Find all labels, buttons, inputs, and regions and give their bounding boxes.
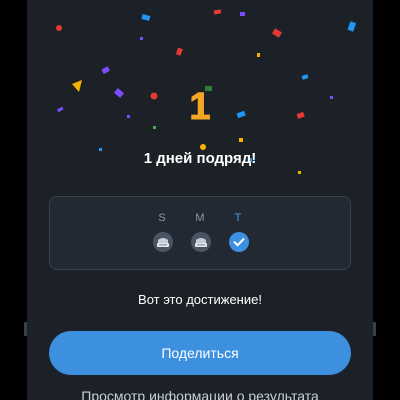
day-letter: M (195, 212, 205, 224)
streak-celebration-card: 1 1 дней подряд! S M T Вот это достижени… (27, 0, 373, 400)
achievement-message: Вот это достижение! (138, 292, 262, 307)
day-monday: M (188, 211, 212, 257)
day-sunday: S (150, 211, 174, 257)
streak-freeze-icon (153, 232, 173, 252)
day-letter: T (234, 212, 242, 224)
week-progress-panel: S M T (49, 196, 351, 270)
streak-count: 1 (189, 86, 211, 129)
view-results-link[interactable]: Просмотр информации о результата (27, 388, 373, 400)
day-letter: S (158, 212, 166, 224)
check-circle-icon (229, 232, 249, 252)
day-tuesday: T (226, 211, 250, 257)
streak-title: 1 дней подряд! (143, 150, 257, 167)
share-button[interactable]: Поделиться (49, 331, 351, 375)
app-screen: 1 1 дней подряд! S M T Вот это достижени… (0, 0, 400, 400)
streak-freeze-icon (191, 232, 211, 252)
